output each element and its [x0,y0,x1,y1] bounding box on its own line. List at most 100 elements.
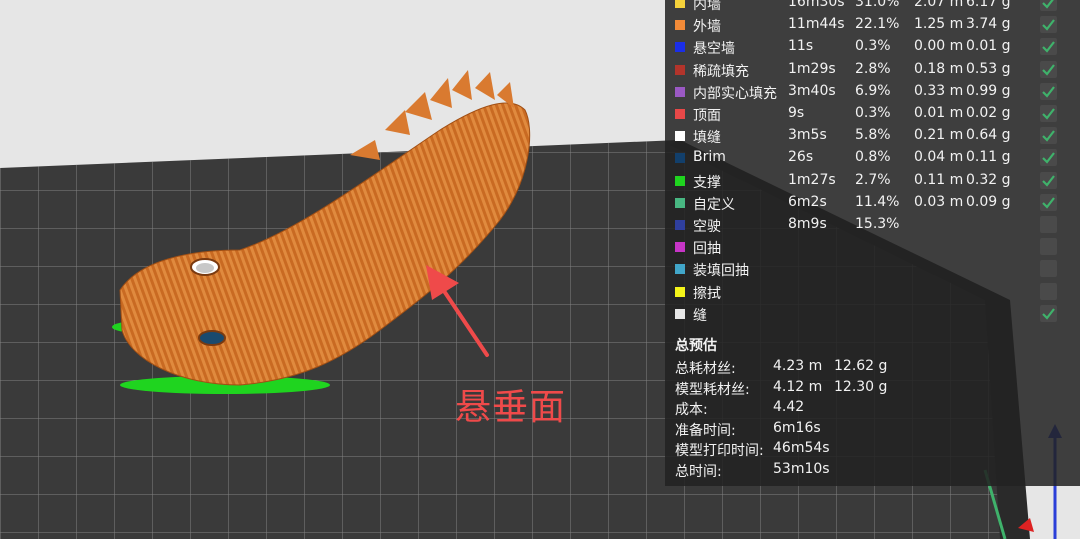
feature-weight: 0.11 g [966,149,1011,166]
feature-weight: 0.02 g [966,105,1011,121]
color-swatch [675,153,685,164]
feature-percent: 22.1% [855,16,900,33]
legend-row: 装填回抽 [665,258,1080,280]
feature-time: 11s [788,38,814,55]
legend-row: 支撑 1m27s 2.7% 0.11 m 0.32 g [665,170,1080,192]
visibility-checkbox[interactable] [1040,82,1057,100]
summary-value: 6m16s [773,419,821,436]
feature-name: 支撑 [693,174,721,191]
feature-time: 26s [788,149,814,166]
summary-label: 成本: [675,402,708,418]
feature-name: 自定义 [693,196,735,213]
color-swatch [675,20,685,31]
legend-row: 缝 [665,303,1080,325]
visibility-checkbox[interactable] [1040,216,1057,233]
color-swatch [675,264,685,275]
mouth-hole [198,330,226,346]
color-swatch [675,175,685,186]
check-icon [1042,41,1055,54]
feature-name: 擦拭 [693,285,721,302]
summary-row: 总时间: 53m10s [675,461,1075,482]
summary-label: 模型打印时间: [675,443,764,459]
summary-label: 准备时间: [675,422,736,439]
feature-length: 0.18 m [914,60,964,77]
summary-row: 成本: 4.42 [675,399,1075,420]
feature-length: 0.01 m [914,105,964,121]
feature-time: 6m2s [788,193,827,210]
legend-row: 悬空墙 11s 0.3% 0.00 m 0.01 g [665,36,1080,58]
visibility-checkbox[interactable] [1040,0,1057,11]
check-icon [1042,152,1055,165]
visibility-checkbox[interactable] [1040,60,1057,78]
feature-length: 2.07 m [914,0,964,10]
feature-length: 0.21 m [914,127,964,144]
feature-name: 顶面 [693,108,721,124]
color-swatch [675,64,685,75]
feature-length: 0.33 m [914,82,964,99]
visibility-checkbox[interactable] [1040,127,1057,145]
visibility-checkbox[interactable] [1040,149,1057,167]
visibility-checkbox[interactable] [1040,171,1057,189]
visibility-checkbox[interactable] [1040,16,1057,34]
summary-label: 总时间: [675,463,722,480]
summary-value: 4.42 [773,399,805,415]
feature-time: 8m9s [788,216,827,232]
check-icon [1042,86,1055,98]
feature-name: 缝 [693,307,707,324]
color-swatch [675,131,685,142]
check-icon [1042,197,1055,209]
feature-weight: 0.64 g [966,127,1011,144]
summary-label: 总耗材丝: [675,361,736,377]
feature-percent: 0.8% [855,149,891,166]
feature-time: 16m30s [788,0,845,10]
color-swatch [675,286,685,297]
feature-percent: 0.3% [855,105,891,121]
feature-length: 1.25 m [914,16,964,33]
visibility-checkbox[interactable] [1040,304,1057,322]
legend-row: 自定义 6m2s 11.4% 0.03 m 0.09 g [665,192,1080,214]
feature-time: 3m5s [788,127,827,144]
check-icon [1042,108,1055,120]
visibility-checkbox[interactable] [1040,282,1057,300]
visibility-checkbox[interactable] [1040,38,1057,56]
visibility-checkbox[interactable] [1040,193,1057,211]
feature-name: Brim [693,149,726,166]
feature-name: 稀疏填充 [693,63,749,80]
visibility-checkbox[interactable] [1040,238,1057,256]
color-swatch [675,242,685,253]
legend-row: 外墙 11m44s 22.1% 1.25 m 3.74 g [665,14,1080,36]
feature-percent: 5.8% [855,127,891,144]
feature-percent: 6.9% [855,82,891,99]
summary-value-secondary: 12.30 g [834,378,888,395]
color-swatch [675,42,685,53]
summary-value: 4.12 m [773,378,823,395]
feature-length: 0.04 m [914,149,964,166]
feature-time: 11m44s [788,16,845,33]
summary-value: 53m10s [773,460,830,477]
summary-row: 总耗材丝: 4.23 m 12.62 g [675,358,1075,379]
legend-row: 空驶 8m9s 15.3% [665,214,1080,236]
check-icon [1042,174,1055,187]
summary-row: 准备时间: 6m16s [675,420,1075,441]
feature-percent: 15.3% [855,216,900,232]
feature-name: 装填回抽 [693,263,749,280]
check-icon [1042,0,1054,9]
visibility-checkbox[interactable] [1040,260,1057,278]
color-swatch [675,86,685,97]
summary-value: 4.23 m [773,358,823,374]
feature-percent: 2.8% [855,60,891,77]
color-swatch [675,308,685,319]
color-swatch [675,0,685,8]
feature-length: 0.11 m [914,171,964,188]
feature-weight: 6.17 g [966,0,1011,10]
feature-name: 内部实心填充 [693,85,777,102]
legend-row: 内墙 16m30s 31.0% 2.07 m 6.17 g [665,0,1080,14]
feature-name: 外墙 [693,19,721,36]
color-swatch [675,109,685,119]
feature-time: 1m29s [788,60,836,77]
summary-value: 46m54s [773,440,830,456]
feature-length: 0.03 m [914,193,964,210]
visibility-checkbox[interactable] [1040,105,1057,122]
feature-time: 3m40s [788,82,836,99]
check-icon [1042,19,1055,31]
